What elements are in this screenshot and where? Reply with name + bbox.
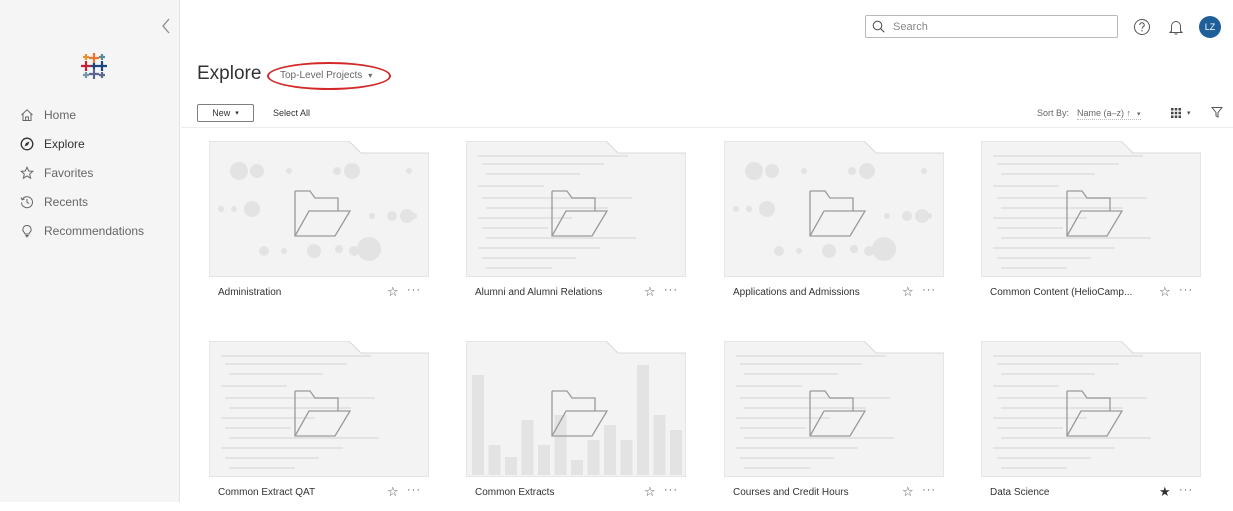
bell-icon[interactable] — [1167, 18, 1185, 36]
filter-icon[interactable] — [1211, 106, 1223, 118]
project-card[interactable]: Common Extract QAT ☆ ··· — [209, 341, 429, 511]
project-thumbnail[interactable] — [466, 341, 686, 477]
history-icon — [20, 195, 33, 208]
project-card[interactable]: Common Content (HelioCamp... ☆ ··· — [981, 141, 1201, 311]
sidebar: Home Explore Favorites Recents Recommend… — [0, 0, 180, 502]
star-icon[interactable]: ☆ — [387, 285, 399, 299]
search-box[interactable] — [865, 15, 1118, 38]
project-thumbnail[interactable] — [981, 141, 1201, 277]
project-name[interactable]: Applications and Admissions — [733, 287, 860, 298]
chevron-down-icon: ▾ — [235, 110, 239, 117]
project-card[interactable]: Administration ☆ ··· — [209, 141, 429, 311]
help-icon[interactable] — [1133, 18, 1151, 36]
star-icon[interactable]: ☆ — [1159, 285, 1171, 299]
user-initials: LZ — [1204, 22, 1216, 32]
star-filled-icon[interactable]: ★ — [1159, 485, 1171, 499]
sidebar-item-label: Favorites — [44, 165, 94, 180]
star-icon — [20, 165, 34, 179]
more-options-icon[interactable]: ··· — [922, 483, 936, 497]
grid-view-icon — [1171, 108, 1181, 118]
page-title: Explore — [197, 63, 262, 84]
more-options-icon[interactable]: ··· — [407, 283, 421, 297]
home-icon — [21, 108, 33, 121]
lightbulb-icon — [22, 224, 32, 237]
star-icon[interactable]: ☆ — [644, 485, 656, 499]
project-name[interactable]: Common Content (HelioCamp... — [990, 287, 1132, 298]
sidebar-item-label: Recents — [44, 194, 89, 209]
project-thumbnail[interactable] — [724, 341, 944, 477]
sort-by-label: Sort By: — [1037, 108, 1070, 118]
compass-icon — [20, 137, 34, 150]
view-toggle-button[interactable]: ▾ — [1171, 106, 1201, 120]
star-icon[interactable]: ☆ — [902, 485, 914, 499]
select-all-link[interactable]: Select All — [273, 108, 310, 118]
project-card[interactable]: Data Science ★ ··· — [981, 341, 1201, 511]
sidebar-item-label: Explore — [44, 136, 85, 151]
sort-dropdown[interactable]: Name (a–z) ↑ ▾ — [1077, 108, 1141, 120]
sidebar-item-explore[interactable]: Explore — [0, 129, 180, 158]
new-button-label: New — [212, 108, 231, 118]
project-card[interactable]: Alumni and Alumni Relations ☆ ··· — [466, 141, 686, 311]
more-options-icon[interactable]: ··· — [664, 283, 678, 297]
search-input[interactable] — [891, 19, 1101, 34]
sidebar-item-favorites[interactable]: Favorites — [0, 158, 180, 187]
project-name[interactable]: Alumni and Alumni Relations — [475, 287, 602, 298]
more-options-icon[interactable]: ··· — [664, 483, 678, 497]
project-card[interactable]: Courses and Credit Hours ☆ ··· — [724, 341, 944, 511]
toolbar-divider — [181, 127, 1233, 128]
more-options-icon[interactable]: ··· — [407, 483, 421, 497]
project-thumbnail[interactable] — [981, 341, 1201, 477]
project-thumbnail[interactable] — [209, 141, 429, 277]
sidebar-item-home[interactable]: Home — [0, 100, 180, 129]
project-name[interactable]: Courses and Credit Hours — [733, 487, 849, 498]
project-thumbnail[interactable] — [724, 141, 944, 277]
chevron-down-icon: ▾ — [1137, 111, 1141, 118]
user-avatar[interactable]: LZ — [1199, 16, 1221, 38]
star-icon[interactable]: ☆ — [902, 285, 914, 299]
sidebar-item-recents[interactable]: Recents — [0, 187, 180, 216]
search-icon — [872, 20, 885, 33]
project-card[interactable]: Common Extracts ☆ ··· — [466, 341, 686, 511]
more-options-icon[interactable]: ··· — [1179, 283, 1193, 297]
project-thumbnail[interactable] — [466, 141, 686, 277]
sidebar-item-label: Home — [44, 107, 77, 122]
sidebar-nav: Home Explore Favorites Recents Recommend… — [0, 100, 180, 245]
project-card[interactable]: Applications and Admissions ☆ ··· — [724, 141, 944, 311]
sort-value: Name (a–z) ↑ — [1077, 108, 1132, 118]
sidebar-item-label: Recommendations — [44, 223, 145, 238]
chevron-down-icon: ▾ — [1187, 110, 1191, 117]
project-filter-dropdown[interactable]: Top-Level Projects ▾ — [280, 70, 372, 81]
project-filter-label: Top-Level Projects — [280, 70, 363, 81]
project-name[interactable]: Data Science — [990, 487, 1049, 498]
star-icon[interactable]: ☆ — [387, 485, 399, 499]
project-thumbnail[interactable] — [209, 341, 429, 477]
new-button[interactable]: New ▾ — [197, 104, 254, 122]
sidebar-item-recommendations[interactable]: Recommendations — [0, 216, 180, 245]
project-name[interactable]: Common Extract QAT — [218, 487, 315, 498]
more-options-icon[interactable]: ··· — [922, 283, 936, 297]
project-name[interactable]: Administration — [218, 287, 281, 298]
chevron-down-icon: ▾ — [368, 71, 373, 80]
project-name[interactable]: Common Extracts — [475, 487, 554, 498]
chevron-left-icon[interactable] — [158, 16, 174, 36]
more-options-icon[interactable]: ··· — [1179, 483, 1193, 497]
tableau-logo[interactable] — [78, 50, 110, 82]
star-icon[interactable]: ☆ — [644, 285, 656, 299]
